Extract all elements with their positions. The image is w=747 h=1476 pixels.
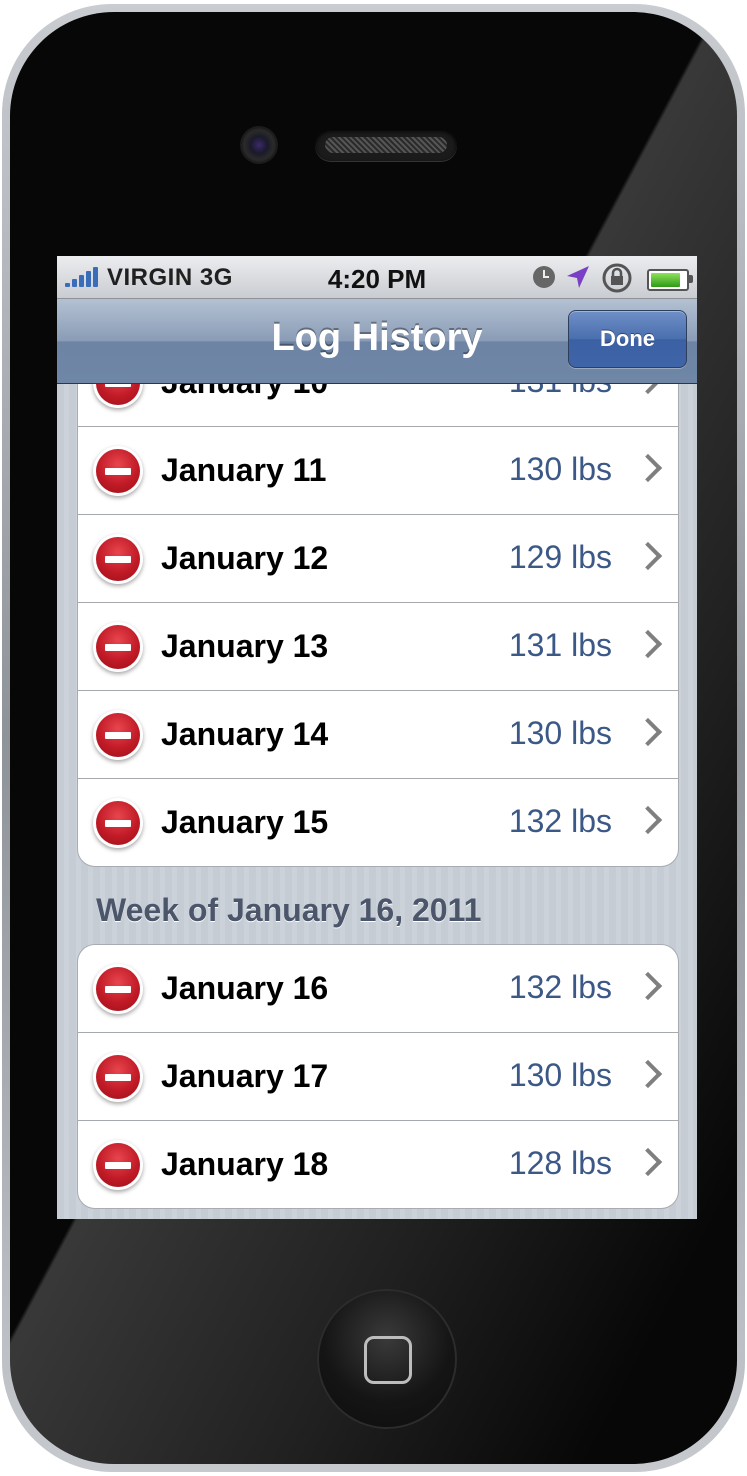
row-weight: 129 lbs: [508, 539, 612, 575]
delete-icon[interactable]: [96, 625, 140, 669]
row-date: January 10: [161, 384, 328, 401]
status-bar: VIRGIN 3G 4:20 PM: [57, 256, 697, 299]
row-date: January 16: [161, 970, 329, 1006]
table-row[interactable]: January 14 130 lbs: [78, 691, 678, 779]
orientation-lock-icon: [602, 263, 632, 293]
navigation-bar: Log History Done: [57, 299, 697, 384]
chevron-right-icon: [633, 453, 663, 483]
table-row[interactable]: January 13 131 lbs: [78, 603, 678, 691]
front-camera-icon: [242, 128, 276, 162]
clock-icon: [533, 266, 555, 288]
home-square-icon: [364, 1336, 412, 1384]
row-weight: 130 lbs: [508, 1057, 612, 1093]
table-row[interactable]: January 11 130 lbs: [78, 427, 678, 515]
table-row[interactable]: January 16 132 lbs: [78, 945, 678, 1033]
chevron-right-icon: [633, 1147, 663, 1177]
section-header: Week of January 16, 2011: [96, 892, 482, 928]
chevron-right-icon: [633, 541, 663, 571]
row-date: January 14: [161, 716, 329, 752]
row-date: January 17: [161, 1058, 329, 1094]
delete-icon[interactable]: [96, 1055, 140, 1099]
delete-icon[interactable]: [96, 801, 140, 845]
table-row[interactable]: January 18 128 lbs: [78, 1121, 678, 1208]
row-weight: 132 lbs: [508, 969, 612, 1005]
chevron-right-icon: [633, 717, 663, 747]
row-weight: 130 lbs: [508, 715, 612, 751]
log-history-list[interactable]: January 10 131 lbs January 11 130 lbs Ja…: [57, 384, 697, 1219]
delete-icon[interactable]: [96, 384, 140, 405]
delete-icon[interactable]: [96, 713, 140, 757]
row-date: January 15: [161, 804, 329, 840]
row-date: January 11: [161, 452, 327, 488]
week-group-2: January 16 132 lbs January 17 130 lbs Ja…: [77, 944, 679, 1209]
home-button[interactable]: [317, 1289, 457, 1429]
battery-fill: [651, 273, 680, 287]
chevron-right-icon: [633, 805, 663, 835]
row-date: January 13: [161, 628, 329, 664]
delete-icon[interactable]: [96, 1143, 140, 1187]
row-weight: 130 lbs: [508, 451, 612, 487]
delete-icon[interactable]: [96, 967, 140, 1011]
table-row[interactable]: January 12 129 lbs: [78, 515, 678, 603]
location-arrow-icon: [567, 266, 589, 288]
delete-icon[interactable]: [96, 537, 140, 581]
row-weight: 131 lbs: [508, 627, 612, 663]
row-weight: 128 lbs: [508, 1145, 612, 1181]
done-button[interactable]: Done: [568, 310, 687, 368]
table-row[interactable]: January 17 130 lbs: [78, 1033, 678, 1121]
screen: VIRGIN 3G 4:20 PM Log History Done Janua…: [57, 256, 697, 1219]
iphone-device: VIRGIN 3G 4:20 PM Log History Done Janua…: [0, 0, 747, 1476]
delete-icon[interactable]: [96, 449, 140, 493]
chevron-right-icon: [633, 1059, 663, 1089]
row-date: January 12: [161, 540, 329, 576]
earpiece-speaker: [315, 129, 457, 161]
row-date: January 18: [161, 1146, 329, 1182]
row-weight: 132 lbs: [508, 803, 612, 839]
table-row[interactable]: January 15 132 lbs: [78, 779, 678, 866]
chevron-right-icon: [633, 629, 663, 659]
chevron-right-icon: [633, 971, 663, 1001]
row-weight: 131 lbs: [509, 384, 612, 400]
table-row[interactable]: January 10 131 lbs: [78, 384, 678, 427]
chevron-right-icon: [633, 384, 663, 395]
battery-icon: [647, 269, 693, 291]
week-group-1: January 10 131 lbs January 11 130 lbs Ja…: [77, 384, 679, 867]
